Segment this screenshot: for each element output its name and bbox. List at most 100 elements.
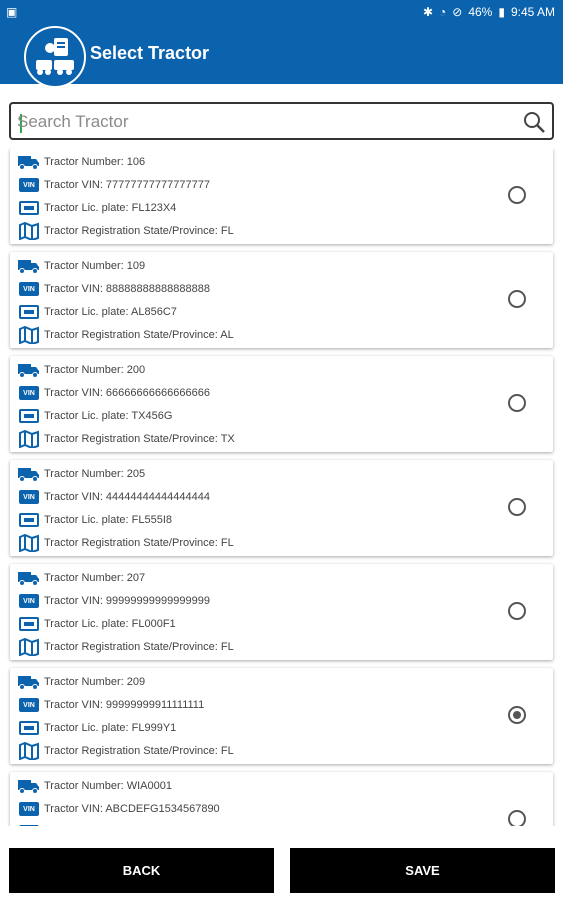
truck-icon: [18, 361, 40, 379]
tractor-plate: Tractor Lic. plate: FL123X4: [44, 202, 177, 214]
tractor-state-row: Tractor Registration State/Province: FL: [18, 533, 234, 553]
tractor-list[interactable]: Tractor Number: 106 VIN Tractor VIN: 77777…: [0, 148, 563, 826]
tractor-number-row: Tractor Number: 205: [18, 464, 145, 484]
page-title: Select Tractor: [90, 43, 210, 63]
vin-badge-icon: VIN: [18, 800, 40, 818]
tractor-radio[interactable]: [508, 706, 526, 724]
tractor-card[interactable]: Tractor Number: 205 VIN Tractor VIN: 44444…: [10, 460, 553, 556]
tractor-card[interactable]: Tractor Number: WIA0001 VIN Tractor VIN: A…: [10, 772, 553, 826]
tractor-plate: Tractor Lic. plate: FL999Y1: [44, 722, 177, 734]
tractor-radio[interactable]: [508, 498, 526, 516]
tractor-number-row: Tractor Number: 106: [18, 152, 145, 172]
license-plate-icon: [18, 615, 40, 633]
license-plate-icon: [18, 511, 40, 529]
tractor-number: Tractor Number: 209: [44, 676, 146, 688]
tractor-vin-row: VIN Tractor VIN: 77777777777777777: [18, 175, 210, 195]
vin-badge-icon: VIN: [18, 696, 40, 714]
tractor-state: Tractor Registration State/Province: TX: [44, 433, 235, 445]
tractor-radio[interactable]: [508, 810, 526, 826]
battery-percent: 46%: [468, 5, 493, 19]
tractor-number: Tractor Number: WIA0001: [44, 780, 172, 792]
tractor-plate-row: Tractor Lic. plate: FL999Y1: [18, 718, 176, 738]
tractor-plate: Tractor Lic. plate: FL555I8: [44, 514, 172, 526]
tractor-number-row: Tractor Number: 209: [18, 672, 145, 692]
tractor-state-row: Tractor Registration State/Province: FL: [18, 637, 234, 657]
truck-icon: [18, 257, 40, 275]
vin-badge-icon: VIN: [18, 176, 40, 194]
search-input[interactable]: [17, 110, 517, 134]
app-logo: [24, 26, 86, 88]
tractor-state: Tractor Registration State/Province: AL: [44, 329, 234, 341]
tractor-vin: Tractor VIN: ABCDEFG1534567890: [44, 803, 220, 815]
tractor-plate-row: Tractor Lic. plate: FL000F1: [18, 614, 176, 634]
tractor-vin: Tractor VIN: 88888888888888888: [44, 283, 210, 295]
tractor-state-row: Tractor Registration State/Province: FL: [18, 221, 234, 241]
tractor-card[interactable]: Tractor Number: 109 VIN Tractor VIN: 88888…: [10, 252, 553, 348]
tractor-number: Tractor Number: 200: [44, 364, 146, 376]
vin-badge-icon: VIN: [18, 488, 40, 506]
search-box[interactable]: [9, 102, 554, 140]
tractor-state: Tractor Registration State/Province: FL: [44, 641, 234, 653]
save-button[interactable]: SAVE: [290, 848, 555, 893]
map-icon: [18, 430, 40, 448]
tractor-card[interactable]: Tractor Number: 200 VIN Tractor VIN: 66666…: [10, 356, 553, 452]
tractor-radio[interactable]: [508, 394, 526, 412]
tractor-plate: Tractor Lic. plate: AL856C7: [44, 306, 177, 318]
tractor-state: Tractor Registration State/Province: FL: [44, 745, 234, 757]
tractor-plate-row: Tractor Lic. plate: FL123X4: [18, 198, 176, 218]
tractor-number-row: Tractor Number: WIA0001: [18, 776, 172, 796]
status-icons: ✱ ◔ ⊘ 46% ▮ 9:45 AM: [423, 5, 555, 19]
tractor-card[interactable]: Tractor Number: 209 VIN Tractor VIN: 99999…: [10, 668, 553, 764]
status-bar: ▣ ✱ ◔ ⊘ 46% ▮ 9:45 AM: [0, 0, 563, 26]
truck-icon: [18, 777, 40, 795]
map-icon: [18, 638, 40, 656]
tractor-plate: Tractor Lic. plate: FL000F1: [44, 618, 176, 630]
tractor-number: Tractor Number: 109: [44, 260, 146, 272]
tractor-vin-row: VIN Tractor VIN: 99999999999999999: [18, 591, 210, 611]
bottom-bar: BACK SAVE: [0, 826, 563, 900]
wifi-icon: ◔: [439, 5, 447, 19]
tractor-state-row: Tractor Registration State/Province: FL: [18, 741, 234, 761]
tractor-state: Tractor Registration State/Province: FL: [44, 225, 234, 237]
tractor-radio[interactable]: [508, 602, 526, 620]
tractor-vin: Tractor VIN: 77777777777777777: [44, 179, 210, 191]
tractor-card[interactable]: Tractor Number: 106 VIN Tractor VIN: 77777…: [10, 148, 553, 244]
notification-icon: ▣: [6, 5, 18, 19]
tractor-vin: Tractor VIN: 66666666666666666: [44, 387, 210, 399]
vin-badge-icon: VIN: [18, 384, 40, 402]
tractor-vin-row: VIN Tractor VIN: 99999999911111111: [18, 695, 204, 715]
tractor-radio[interactable]: [508, 186, 526, 204]
tractor-plate-row: Tractor Lic. plate: TX456G: [18, 406, 172, 426]
vin-badge-icon: VIN: [18, 280, 40, 298]
tractor-vin-row: VIN Tractor VIN: 88888888888888888: [18, 279, 210, 299]
tractor-plate: Tractor Lic. plate: TX456G: [44, 410, 173, 422]
tractor-number-row: Tractor Number: 109: [18, 256, 145, 276]
license-plate-icon: [18, 719, 40, 737]
tractor-number-row: Tractor Number: 207: [18, 568, 145, 588]
license-plate-icon: [18, 407, 40, 425]
truck-icon: [18, 465, 40, 483]
bluetooth-icon: ✱: [422, 5, 434, 19]
license-plate-icon: [18, 199, 40, 217]
map-icon: [18, 742, 40, 760]
tractor-state-row: Tractor Registration State/Province: TX: [18, 429, 235, 449]
tractor-vin: Tractor VIN: 99999999911111111: [44, 699, 205, 711]
tractor-number: Tractor Number: 106: [44, 156, 146, 168]
map-icon: [18, 534, 40, 552]
search-icon[interactable]: [522, 110, 546, 134]
back-button[interactable]: BACK: [9, 848, 274, 893]
map-icon: [18, 222, 40, 240]
tractor-plate-row: Tractor Lic. plate: AL856C7: [18, 302, 177, 322]
tractor-state-row: Tractor Registration State/Province: AL: [18, 325, 234, 345]
map-icon: [18, 326, 40, 344]
tractor-card[interactable]: Tractor Number: 207 VIN Tractor VIN: 99999…: [10, 564, 553, 660]
tractor-vin-row: VIN Tractor VIN: 44444444444444444: [18, 487, 210, 507]
app-bar: Select Tractor: [0, 26, 563, 88]
vin-badge-icon: VIN: [18, 592, 40, 610]
tractor-vin: Tractor VIN: 99999999999999999: [44, 595, 210, 607]
truck-icon: [18, 153, 40, 171]
tractor-vin: Tractor VIN: 44444444444444444: [44, 491, 210, 503]
truck-icon: [18, 673, 40, 691]
tractor-radio[interactable]: [508, 290, 526, 308]
truck-icon: [18, 569, 40, 587]
